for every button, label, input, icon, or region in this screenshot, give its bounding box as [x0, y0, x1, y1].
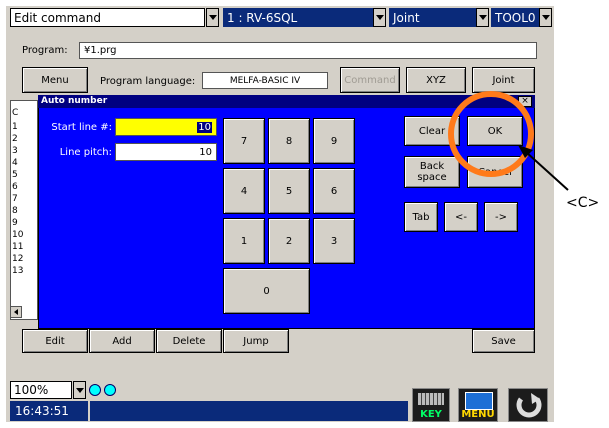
chevron-down-icon[interactable] — [373, 8, 386, 27]
keyboard-icon[interactable]: KEY — [412, 388, 450, 422]
program-language-field: MELFA-BASIC IV — [202, 72, 328, 89]
line-pitch-input[interactable]: 10 — [115, 143, 217, 161]
start-line-label: Start line #: — [51, 122, 112, 133]
cursor-right-button[interactable]: -> — [484, 202, 518, 232]
close-icon[interactable]: × — [518, 96, 532, 107]
menu-button[interactable]: Menu — [22, 67, 88, 93]
start-line-input[interactable]: 10 — [115, 118, 217, 136]
indicator-light-icon — [104, 384, 116, 396]
joint-button[interactable]: Joint — [472, 67, 535, 93]
clear-button[interactable]: Clear — [404, 116, 460, 146]
program-language-label: Program language: — [100, 76, 196, 87]
add-button[interactable]: Add — [89, 329, 155, 353]
line-pitch-label: Line pitch: — [59, 147, 112, 158]
chevron-down-icon[interactable] — [73, 381, 86, 399]
backspace-button[interactable]: Back space — [404, 156, 460, 188]
tool-select[interactable]: TOOL0 — [491, 8, 539, 27]
status-bar — [90, 401, 408, 421]
clock: 16:43:51 — [10, 401, 88, 421]
key-7[interactable]: 7 — [223, 118, 265, 164]
zoom-select[interactable]: 100% — [10, 381, 72, 399]
program-label: Program: — [22, 45, 68, 56]
list-header: C — [12, 108, 19, 118]
command-select[interactable]: Edit command — [10, 8, 205, 27]
robot-select[interactable]: 1 : RV-6SQL — [223, 8, 373, 27]
scroll-left-icon[interactable] — [10, 306, 22, 318]
line-number: 13 — [12, 266, 24, 276]
save-button[interactable]: Save — [472, 329, 535, 353]
dialog-title: Auto number — [38, 95, 535, 108]
key-0[interactable]: 0 — [223, 268, 310, 314]
xyz-button[interactable]: XYZ — [406, 67, 466, 93]
delete-button[interactable]: Delete — [156, 329, 222, 353]
program-field[interactable]: ¥1.prg — [79, 42, 537, 59]
cursor-left-button[interactable]: <- — [444, 202, 478, 232]
indicator-light-icon — [89, 384, 101, 396]
key-8[interactable]: 8 — [268, 118, 310, 164]
menu-icon[interactable]: MENU — [458, 388, 498, 422]
key-5[interactable]: 5 — [268, 168, 310, 214]
cancel-button[interactable]: Cancel — [467, 156, 523, 188]
return-icon[interactable] — [508, 388, 548, 422]
coord-select[interactable]: Joint — [389, 8, 476, 27]
ok-button[interactable]: OK — [467, 116, 523, 146]
key-3[interactable]: 3 — [313, 218, 355, 264]
key-6[interactable]: 6 — [313, 168, 355, 214]
chevron-down-icon[interactable] — [539, 8, 552, 27]
jump-button[interactable]: Jump — [223, 329, 289, 353]
key-4[interactable]: 4 — [223, 168, 265, 214]
callout-label: <C> — [566, 195, 600, 211]
chevron-down-icon[interactable] — [476, 8, 489, 27]
chevron-down-icon[interactable] — [206, 8, 219, 27]
key-2[interactable]: 2 — [268, 218, 310, 264]
tab-button[interactable]: Tab — [404, 202, 438, 232]
command-button[interactable]: Command — [340, 67, 400, 93]
edit-button[interactable]: Edit — [22, 329, 88, 353]
key-9[interactable]: 9 — [313, 118, 355, 164]
key-1[interactable]: 1 — [223, 218, 265, 264]
